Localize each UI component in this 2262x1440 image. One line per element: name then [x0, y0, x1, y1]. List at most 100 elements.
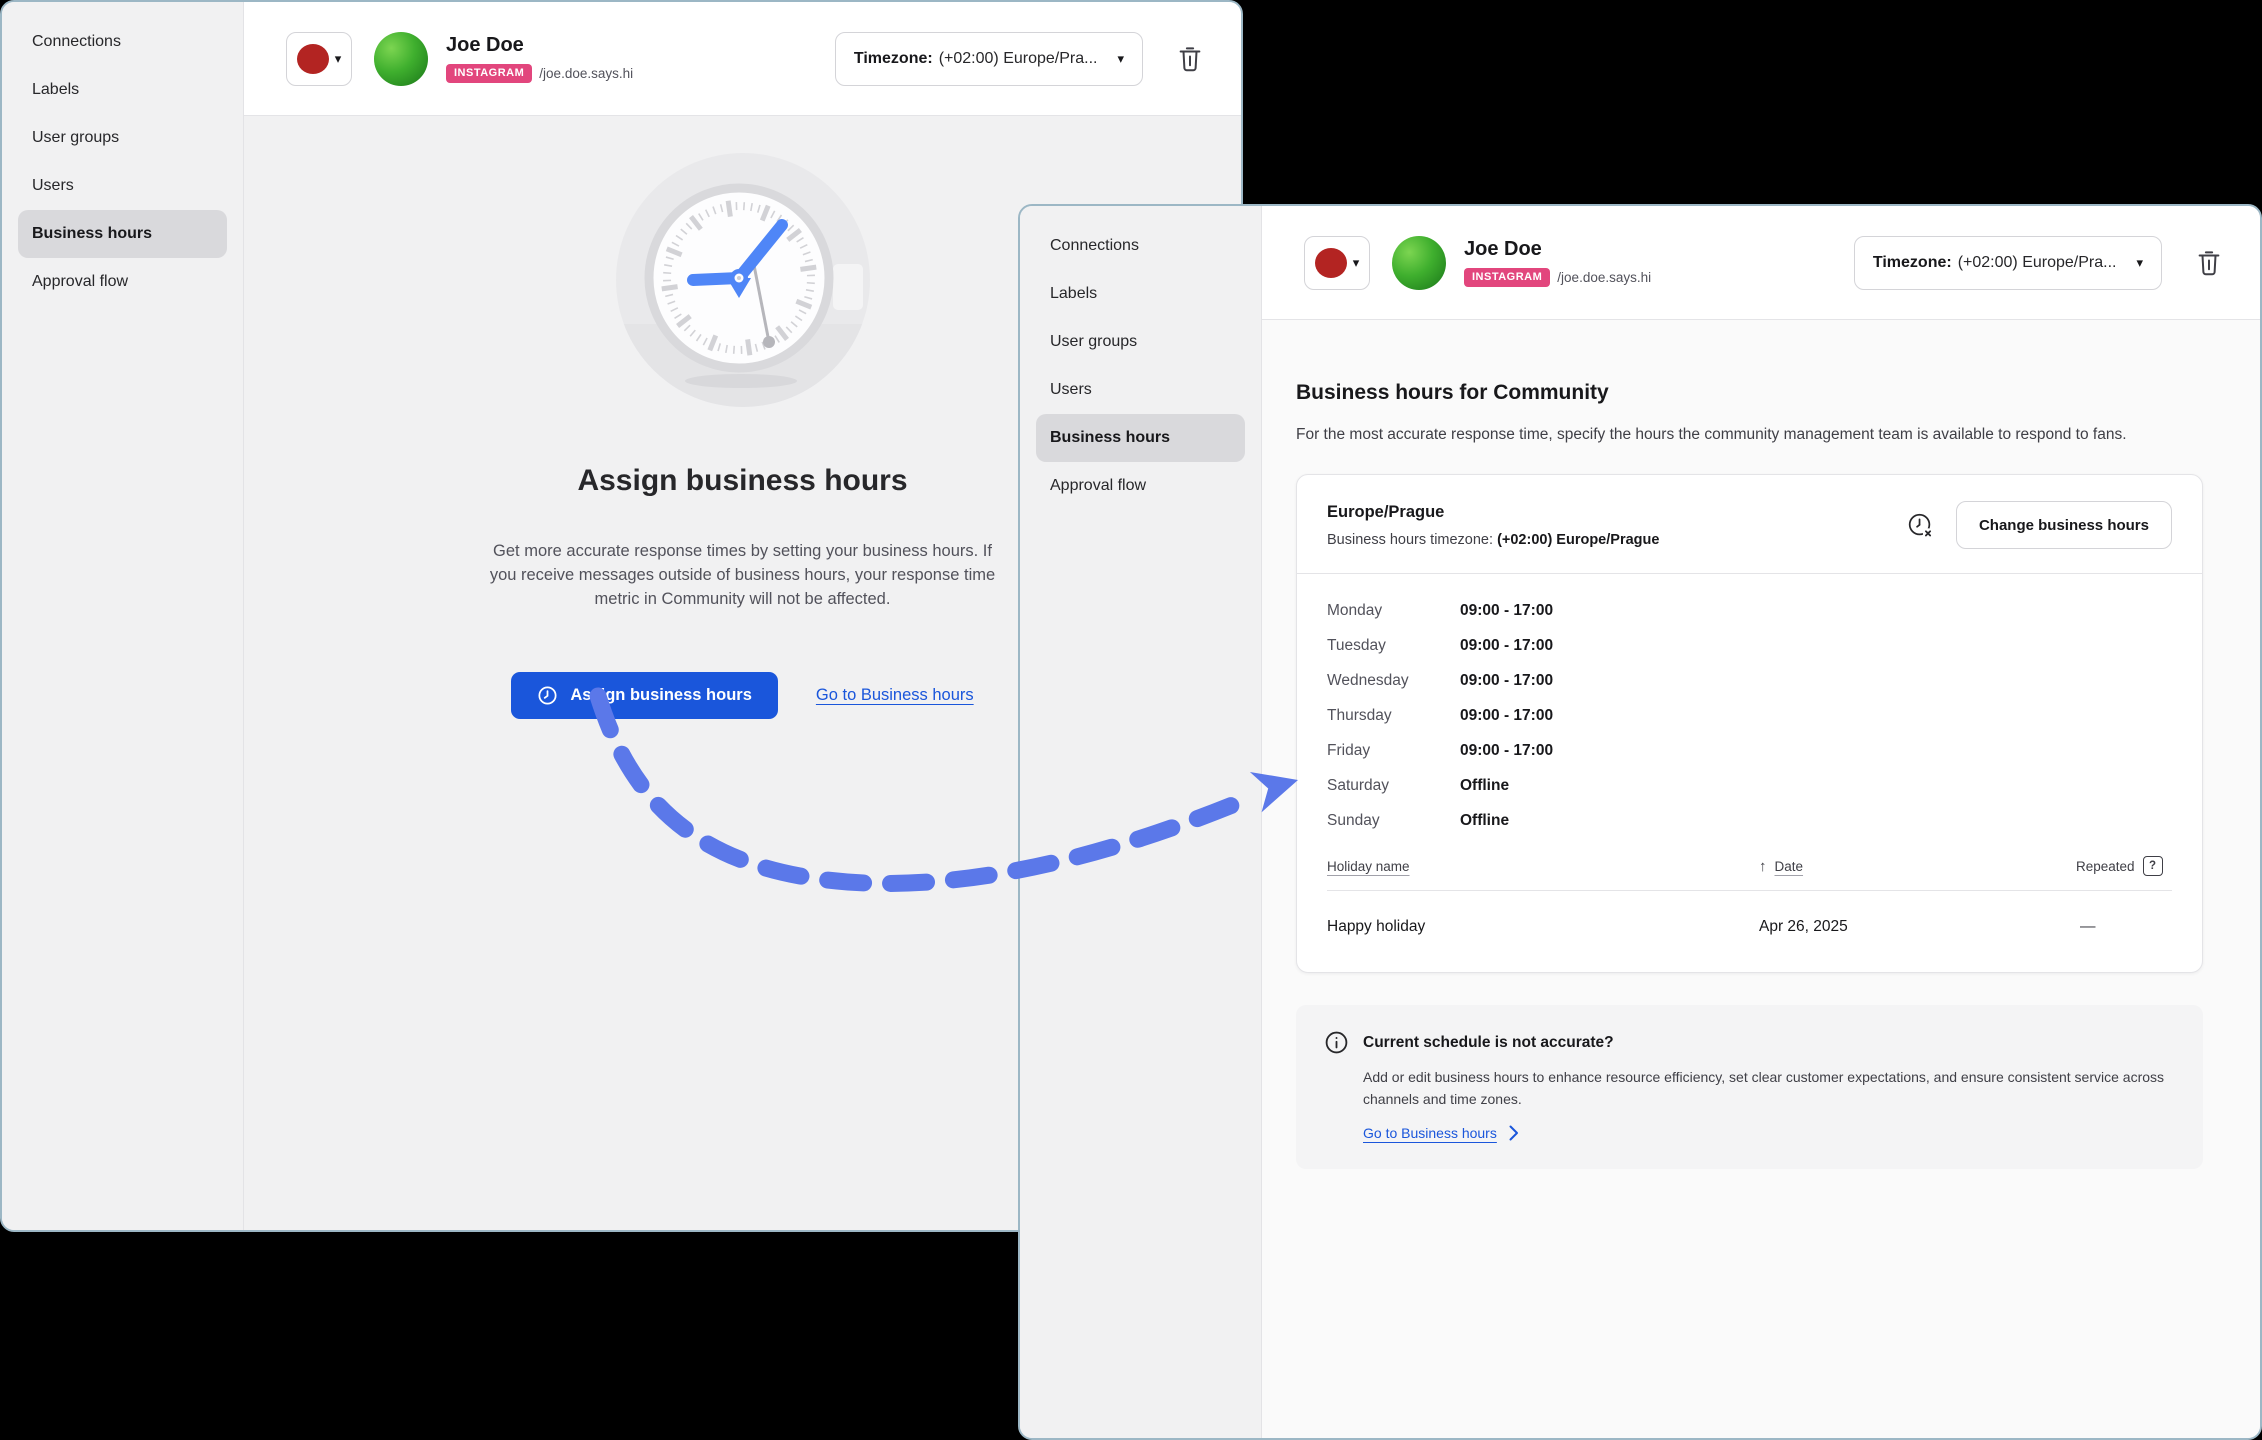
sidebar-item-approval-flow[interactable]: Approval flow [1036, 462, 1245, 510]
business-hours-card: Europe/Prague Business hours timezone: (… [1296, 474, 2203, 973]
day-hours: 09:00 - 17:00 [1460, 742, 1553, 760]
sidebar-item-users[interactable]: Users [18, 162, 227, 210]
day-label: Monday [1327, 602, 1460, 620]
channel-selector-button[interactable]: ▾ [1304, 236, 1370, 290]
sidebar-item-labels[interactable]: Labels [18, 66, 227, 114]
delete-connection-button[interactable] [1175, 44, 1205, 74]
date-column-header[interactable]: Date [1775, 859, 1804, 874]
sidebar-item-users[interactable]: Users [1036, 366, 1245, 414]
avatar [374, 32, 428, 86]
profile-identity: Joe Doe INSTAGRAM /joe.doe.says.hi [1464, 238, 1651, 287]
profile-name: Joe Doe [446, 34, 633, 57]
profile-topbar: ▾ Joe Doe INSTAGRAM /joe.doe.says.hi Tim… [1262, 206, 2260, 320]
profile-identity: Joe Doe INSTAGRAM /joe.doe.says.hi [446, 34, 633, 83]
day-row: Thursday 09:00 - 17:00 [1327, 707, 2172, 725]
trash-icon [2194, 248, 2224, 278]
schedule-info-box: Current schedule is not accurate? Add or… [1296, 1005, 2203, 1169]
empty-state-title: Assign business hours [577, 464, 907, 498]
clock-icon [537, 685, 558, 706]
card-timezone-block: Europe/Prague Business hours timezone: (… [1327, 503, 1659, 548]
day-row: Wednesday 09:00 - 17:00 [1327, 672, 2172, 690]
profile-name: Joe Doe [1464, 238, 1651, 261]
sidebar-item-labels[interactable]: Labels [1036, 270, 1245, 318]
holiday-date: Apr 26, 2025 [1759, 918, 2076, 936]
sidebar-item-connections[interactable]: Connections [18, 18, 227, 66]
timezone-select[interactable]: Timezone: (+02:00) Europe/Pra... ▾ [835, 32, 1143, 86]
page-title: Business hours for Community [1296, 381, 2203, 405]
sidebar-item-business-hours[interactable]: Business hours [18, 210, 227, 258]
holiday-row: Happy holiday Apr 26, 2025 — [1327, 891, 2172, 942]
timezone-label: Timezone: [854, 50, 933, 68]
trash-icon [1175, 44, 1205, 74]
holiday-name-column-header[interactable]: Holiday name [1327, 859, 1759, 874]
chevron-down-icon: ▾ [2136, 256, 2143, 269]
sidebar-item-approval-flow[interactable]: Approval flow [18, 258, 227, 306]
clock-illustration [615, 152, 871, 408]
help-icon[interactable]: ? [2143, 856, 2163, 876]
channel-selector-button[interactable]: ▾ [286, 32, 352, 86]
timezone-label: Timezone: [1873, 254, 1952, 272]
day-row: Friday 09:00 - 17:00 [1327, 742, 2172, 760]
chevron-down-icon: ▾ [1353, 256, 1360, 269]
day-label: Friday [1327, 742, 1460, 760]
day-label: Sunday [1327, 812, 1460, 830]
holiday-name: Happy holiday [1327, 918, 1759, 936]
day-row: Monday 09:00 - 17:00 [1327, 602, 2172, 620]
timezone-value: (+02:00) Europe/Pra... [939, 50, 1098, 68]
day-label: Tuesday [1327, 637, 1460, 655]
holiday-table-header: Holiday name ↑ Date Repeated ? [1327, 856, 2172, 876]
holiday-repeated-value: — [2076, 918, 2172, 936]
avatar [1392, 236, 1446, 290]
day-hours: Offline [1460, 812, 1509, 830]
network-badge: INSTAGRAM [446, 64, 532, 83]
desktop-background: Connections Labels User groups Users Bus… [0, 0, 2262, 1440]
day-row: Tuesday 09:00 - 17:00 [1327, 637, 2172, 655]
day-hours: 09:00 - 17:00 [1460, 707, 1553, 725]
day-hours: 09:00 - 17:00 [1460, 602, 1553, 620]
page-description: For the most accurate response time, spe… [1296, 423, 2186, 446]
card-timezone-title: Europe/Prague [1327, 503, 1659, 522]
sidebar-item-user-groups[interactable]: User groups [18, 114, 227, 162]
delete-connection-button[interactable] [2194, 248, 2224, 278]
empty-state-description: Get more accurate response times by sett… [483, 540, 1003, 612]
timezone-value: (+02:00) Europe/Pra... [1958, 254, 2117, 272]
chevron-down-icon: ▾ [1117, 52, 1124, 65]
repeated-column-header: Repeated [2076, 859, 2135, 874]
chevron-down-icon: ▾ [335, 52, 342, 65]
clock-disabled-icon [1907, 512, 1934, 539]
day-label: Wednesday [1327, 672, 1460, 690]
empty-state-actions: Assign business hours Go to Business hou… [511, 672, 973, 719]
go-to-business-hours-link[interactable]: Go to Business hours [1363, 1125, 1497, 1141]
info-icon [1324, 1030, 1349, 1055]
network-badge: INSTAGRAM [1464, 268, 1550, 287]
window-business-hours-configured: Connections Labels User groups Users Bus… [1018, 204, 2262, 1440]
business-hours-page: Business hours for Community For the mos… [1262, 320, 2260, 1438]
profile-topbar: ▾ Joe Doe INSTAGRAM /joe.doe.says.hi Tim… [244, 2, 1241, 116]
day-label: Saturday [1327, 777, 1460, 795]
info-box-body: Add or edit business hours to enhance re… [1363, 1067, 2175, 1110]
sidebar-item-user-groups[interactable]: User groups [1036, 318, 1245, 366]
day-hours: 09:00 - 17:00 [1460, 672, 1553, 690]
chevron-right-icon [1509, 1125, 1519, 1141]
change-business-hours-button[interactable]: Change business hours [1956, 501, 2172, 549]
day-hours: Offline [1460, 777, 1509, 795]
assign-business-hours-button[interactable]: Assign business hours [511, 672, 778, 719]
day-hours: 09:00 - 17:00 [1460, 637, 1553, 655]
channel-status-dot [297, 44, 329, 74]
channel-status-dot [1315, 248, 1347, 278]
info-box-title: Current schedule is not accurate? [1363, 1034, 1614, 1052]
card-timezone-subtitle: Business hours timezone: (+02:00) Europe… [1327, 532, 1659, 548]
sidebar-item-connections[interactable]: Connections [1036, 222, 1245, 270]
day-label: Thursday [1327, 707, 1460, 725]
profile-handle: /joe.doe.says.hi [539, 66, 633, 81]
sort-ascending-icon[interactable]: ↑ [1759, 858, 1767, 875]
day-row: Saturday Offline [1327, 777, 2172, 795]
day-row: Sunday Offline [1327, 812, 2172, 830]
assign-button-label: Assign business hours [570, 686, 752, 705]
timezone-select[interactable]: Timezone: (+02:00) Europe/Pra... ▾ [1854, 236, 2162, 290]
settings-sidebar: Connections Labels User groups Users Bus… [2, 2, 244, 1230]
go-to-business-hours-link[interactable]: Go to Business hours [816, 686, 974, 705]
settings-sidebar: Connections Labels User groups Users Bus… [1020, 206, 1262, 1438]
profile-handle: /joe.doe.says.hi [1557, 270, 1651, 285]
sidebar-item-business-hours[interactable]: Business hours [1036, 414, 1245, 462]
